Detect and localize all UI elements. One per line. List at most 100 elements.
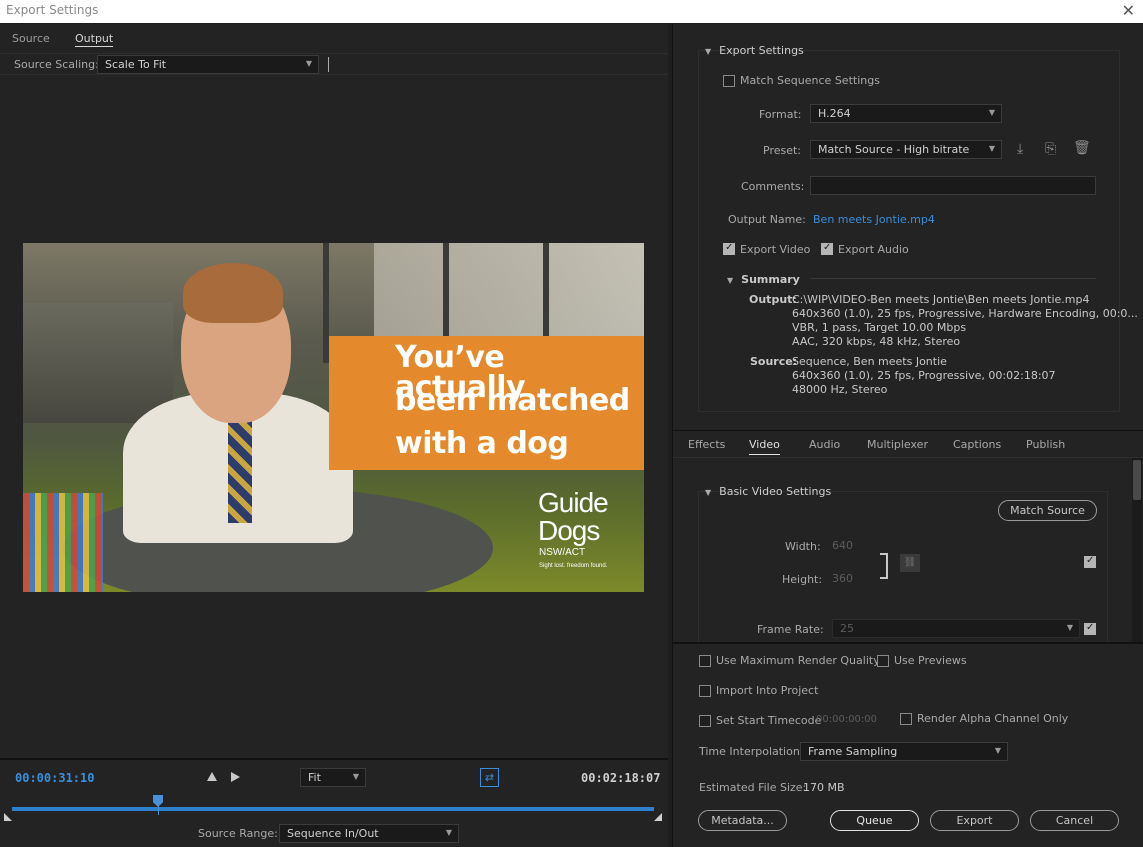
caption-line: with a dog: [395, 426, 569, 461]
start-timecode-checkbox[interactable]: [699, 715, 711, 727]
use-previews-checkbox[interactable]: [877, 655, 889, 667]
queue-button[interactable]: Queue: [830, 810, 919, 831]
file-size-label: Estimated File Size:: [699, 781, 807, 794]
zoom-dropdown[interactable]: Fit ▼: [300, 768, 366, 787]
playhead-line: [158, 805, 159, 815]
preset-dropdown[interactable]: Match Source - High bitrate ▼: [810, 140, 1002, 159]
tab-multiplexer[interactable]: Multiplexer: [867, 438, 928, 451]
source-range-value: Sequence In/Out: [287, 827, 379, 840]
export-settings-title: Export Settings: [719, 44, 804, 57]
tab-publish[interactable]: Publish: [1026, 438, 1065, 451]
chevron-down-icon: ▼: [988, 108, 995, 117]
width-height-match-checkbox[interactable]: [1084, 555, 1096, 568]
duration-timecode: 00:02:18:07: [581, 771, 661, 785]
max-render-checkbox[interactable]: [699, 655, 711, 667]
basic-video-title: Basic Video Settings: [719, 485, 832, 498]
format-dropdown[interactable]: H.264 ▼: [810, 104, 1002, 123]
summary-source-line: 48000 Hz, Stereo: [792, 383, 888, 396]
import-preset-icon[interactable]: ⎘: [1045, 141, 1056, 157]
tab-effects[interactable]: Effects: [688, 438, 725, 451]
width-value[interactable]: 640: [832, 539, 853, 552]
summary-title: Summary: [741, 273, 800, 286]
export-audio-checkbox[interactable]: [821, 242, 833, 255]
close-icon[interactable]: ✕: [1122, 1, 1135, 20]
delete-preset-icon[interactable]: 🗑: [1073, 140, 1091, 156]
chevron-down-icon: ▼: [727, 276, 734, 285]
chevron-down-icon: ▼: [994, 746, 1001, 755]
chevron-down-icon: ▼: [445, 828, 452, 837]
summary-header[interactable]: ▼ Summary: [727, 273, 800, 286]
source-scaling-dropdown[interactable]: Scale To Fit ▼: [97, 55, 319, 74]
frame-rate-match-checkbox[interactable]: [1084, 622, 1096, 635]
height-value[interactable]: 360: [832, 572, 853, 585]
frame-rate-dropdown[interactable]: 25 ▼: [832, 619, 1080, 638]
set-in-point-icon[interactable]: [207, 772, 217, 781]
divider: [673, 642, 1143, 644]
tab-captions[interactable]: Captions: [953, 438, 1001, 451]
comments-input[interactable]: [810, 176, 1096, 195]
bookshelf-background: [23, 303, 173, 423]
time-interpolation-value: Frame Sampling: [808, 745, 898, 758]
video-preview: You’ve actually been matched with a dog …: [23, 243, 644, 592]
title-bar: Export Settings ✕: [0, 0, 1143, 23]
frame-rate-label: Frame Rate:: [757, 623, 824, 636]
tab-video[interactable]: Video: [749, 438, 780, 455]
chevron-down-icon: ▼: [305, 59, 312, 68]
metadata-button[interactable]: Metadata...: [698, 810, 787, 831]
source-range-dropdown[interactable]: Sequence In/Out ▼: [279, 824, 459, 843]
logo-tagline: Sight lost. freedom found.: [539, 563, 608, 569]
chevron-down-icon: ▼: [988, 144, 995, 153]
text-cursor: [328, 57, 329, 72]
cancel-button[interactable]: Cancel: [1030, 810, 1119, 831]
chevron-down-icon: ▼: [352, 772, 359, 781]
start-timecode-label: Set Start Timecode: [716, 714, 822, 727]
import-project-label: Import Into Project: [716, 684, 819, 697]
chain-link-icon[interactable]: ⛓: [900, 554, 920, 572]
time-interpolation-dropdown[interactable]: Frame Sampling ▼: [800, 742, 1008, 761]
summary-output-line: VBR, 1 pass, Target 10.00 Mbps: [792, 321, 967, 334]
width-label: Width:: [785, 540, 821, 553]
tab-source[interactable]: Source: [12, 32, 50, 45]
chevron-down-icon: ▼: [1066, 623, 1073, 632]
format-label: Format:: [759, 108, 802, 121]
summary-source-label: Source:: [750, 355, 798, 368]
settings-pane: ▼ Export Settings Match Sequence Settings…: [672, 24, 1143, 847]
tab-output[interactable]: Output: [75, 32, 114, 47]
export-button[interactable]: Export: [930, 810, 1019, 831]
source-range-label: Source Range:: [198, 827, 278, 840]
summary-output-line: 640x360 (1.0), 25 fps, Progressive, Hard…: [792, 307, 1138, 320]
source-scaling-value: Scale To Fit: [105, 58, 167, 71]
render-alpha-checkbox[interactable]: [900, 713, 912, 725]
match-sequence-checkbox[interactable]: [723, 75, 735, 87]
basic-video-header[interactable]: ▼ Basic Video Settings: [705, 485, 831, 498]
output-name-link[interactable]: Ben meets Jontie.mp4: [813, 213, 935, 226]
person-tie: [228, 413, 252, 523]
timeline-range-bar[interactable]: [12, 807, 654, 811]
aspect-toggle-icon[interactable]: ⇄: [480, 768, 499, 787]
frame-rate-value: 25: [840, 622, 854, 635]
summary-divider: [810, 278, 1096, 279]
start-timecode-value[interactable]: 00:00:00:00: [816, 714, 877, 725]
in-marker-icon[interactable]: [4, 813, 12, 821]
chevron-down-icon: ▼: [705, 47, 712, 56]
save-preset-icon[interactable]: ⤓: [1017, 141, 1023, 157]
match-source-button[interactable]: Match Source: [998, 500, 1097, 521]
output-name-label: Output Name:: [728, 213, 806, 226]
chevron-down-icon: ▼: [705, 488, 712, 497]
scrollbar[interactable]: [1132, 458, 1142, 642]
scrollbar-thumb[interactable]: [1133, 460, 1141, 500]
source-scaling-row: Source Scaling: Scale To Fit ▼: [0, 53, 668, 75]
tab-audio[interactable]: Audio: [809, 438, 840, 451]
person-hair: [183, 263, 283, 323]
summary-output-line: C:\WIP\VIDEO-Ben meets Jontie\Ben meets …: [792, 293, 1090, 306]
import-project-checkbox[interactable]: [699, 685, 711, 697]
export-video-label: Export Video: [740, 243, 811, 256]
out-marker-icon[interactable]: [654, 813, 662, 821]
preset-label: Preset:: [763, 144, 802, 157]
logo-text: NSW/ACT: [539, 547, 586, 558]
current-timecode[interactable]: 00:00:31:10: [15, 771, 94, 785]
format-value: H.264: [818, 107, 851, 120]
export-video-checkbox[interactable]: [723, 242, 735, 255]
set-out-point-icon[interactable]: [231, 772, 240, 782]
export-settings-header[interactable]: ▼ Export Settings: [705, 44, 804, 57]
